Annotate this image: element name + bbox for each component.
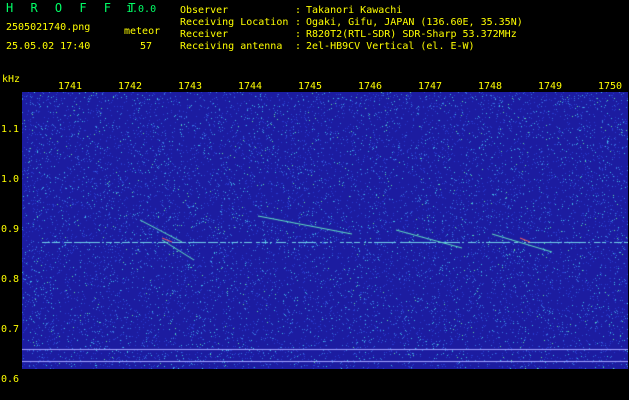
x-tick-label: 1741 (58, 81, 83, 92)
x-tick-label: 1745 (298, 81, 323, 92)
app-name: H R O F F T (6, 1, 141, 15)
info-value-antenna: 2el-HB9CV Vertical (el. E-W) (306, 41, 475, 52)
x-tick-label: 1743 (178, 81, 203, 92)
info-value-receiver: R820T2(RTL-SDR) SDR-Sharp 53.372MHz (306, 29, 517, 40)
meteor-label: meteor (124, 26, 161, 37)
y-tick-label: 0.6 (1, 374, 20, 385)
info-sep: : (295, 5, 302, 16)
info-key-location: Receiving Location (180, 17, 289, 28)
file-datetime: 25.05.02 17:40 (6, 41, 91, 52)
header-panel: H R O F F T 1.0.0 2505021740.png meteor … (0, 0, 629, 70)
spectrogram (22, 92, 628, 369)
y-tick-label: 0.7 (1, 324, 20, 335)
x-tick-label: 1747 (418, 81, 443, 92)
info-sep: : (295, 41, 302, 52)
y-tick-label: 1.1 (1, 124, 20, 135)
meteor-count: 57 (140, 41, 153, 52)
x-tick-label: 1749 (538, 81, 563, 92)
x-tick-label: 1750 (598, 81, 623, 92)
y-tick-label: 0.8 (1, 274, 20, 285)
y-tick-label: 1.0 (1, 174, 20, 185)
info-value-location: Ogaki, Gifu, JAPAN (136.60E, 35.35N) (306, 17, 523, 28)
info-sep: : (295, 29, 302, 40)
info-sep: : (295, 17, 302, 28)
x-tick-label: 1746 (358, 81, 383, 92)
y-axis-unit: kHz (2, 74, 21, 85)
info-key-observer: Observer (180, 5, 229, 16)
x-tick-label: 1748 (478, 81, 503, 92)
spectrogram-canvas (22, 92, 628, 369)
y-tick-label: 0.9 (1, 224, 20, 235)
x-tick-label: 1744 (238, 81, 263, 92)
x-tick-label: 1742 (118, 81, 143, 92)
file-name: 2505021740.png (6, 22, 91, 33)
app-version: 1.0.0 (126, 4, 157, 15)
info-key-receiver: Receiver (180, 29, 229, 40)
info-key-antenna: Receiving antenna (180, 41, 283, 52)
info-value-observer: Takanori Kawachi (306, 5, 403, 16)
